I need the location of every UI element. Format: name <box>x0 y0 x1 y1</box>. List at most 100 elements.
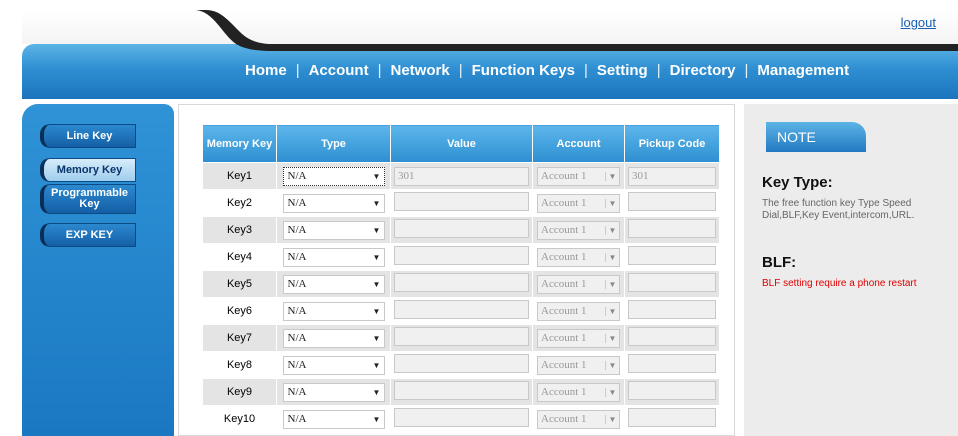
nav-account[interactable]: Account <box>309 62 369 79</box>
memory-key-label: Key4 <box>202 243 277 271</box>
table-row: Key7 N/A ▼ Account 1 ▼ <box>202 324 720 352</box>
pickup-code-input[interactable] <box>628 408 716 427</box>
pickup-code-input[interactable]: 301 <box>628 166 716 186</box>
sidebar-item-programmable-key[interactable]: Programmable Key <box>40 184 136 214</box>
memory-key-label: Key1 <box>202 162 277 190</box>
sidebar-item-memory-key[interactable]: Memory Key <box>40 158 136 182</box>
main-nav: Home | Account | Network | Function Keys… <box>245 62 849 79</box>
type-select[interactable]: N/A ▼ <box>282 355 385 375</box>
account-select[interactable]: Account 1 ▼ <box>537 328 620 348</box>
memory-key-label: Key9 <box>202 378 277 406</box>
value-input[interactable] <box>394 381 529 400</box>
header-account: Account <box>532 124 625 163</box>
sidebar-item-exp-key[interactable]: EXP KEY <box>40 223 136 247</box>
account-select[interactable]: Account 1 ▼ <box>537 355 620 375</box>
pickup-cell <box>624 270 720 298</box>
memory-key-label: Key6 <box>202 297 277 325</box>
table-row: Key5 N/A ▼ Account 1 ▼ <box>202 270 720 298</box>
note-blf-title: BLF: <box>762 254 797 271</box>
pickup-cell <box>624 324 720 352</box>
value-cell <box>390 378 533 406</box>
nav-setting[interactable]: Setting <box>597 62 648 79</box>
account-select-value: Account 1 <box>541 386 587 398</box>
pickup-code-input[interactable] <box>628 246 716 265</box>
nav-home[interactable]: Home <box>245 62 287 79</box>
pickup-cell <box>624 189 720 217</box>
value-input[interactable] <box>394 408 529 427</box>
value-input[interactable] <box>394 246 529 265</box>
header-pickup-code: Pickup Code <box>624 124 720 163</box>
chevron-down-icon: ▼ <box>605 198 619 208</box>
logout-link[interactable]: logout <box>901 15 936 30</box>
sidebar-item-line-key[interactable]: Line Key <box>40 124 136 148</box>
table-row: Key4 N/A ▼ Account 1 ▼ <box>202 243 720 271</box>
type-select[interactable]: N/A ▼ <box>282 166 385 186</box>
account-select[interactable]: Account 1 ▼ <box>537 382 620 402</box>
account-select[interactable]: Account 1 ▼ <box>537 193 620 213</box>
pickup-code-input[interactable] <box>628 300 716 319</box>
value-input[interactable]: 301 <box>394 166 529 186</box>
value-input[interactable] <box>394 219 529 238</box>
type-select[interactable]: N/A ▼ <box>282 247 385 267</box>
value-cell <box>390 324 533 352</box>
account-select[interactable]: Account 1 ▼ <box>537 274 620 294</box>
nav-separator: | <box>377 62 382 79</box>
value-input[interactable] <box>394 354 529 373</box>
account-cell: Account 1 ▼ <box>532 297 625 325</box>
account-select[interactable]: Account 1 ▼ <box>537 247 620 267</box>
header-type: Type <box>276 124 391 163</box>
value-input[interactable] <box>394 273 529 292</box>
account-cell: Account 1 ▼ <box>532 324 625 352</box>
type-cell: N/A ▼ <box>276 189 391 217</box>
account-select-value: Account 1 <box>541 224 587 236</box>
memory-key-label: Key2 <box>202 189 277 217</box>
type-select-value: N/A <box>287 305 307 317</box>
nav-management[interactable]: Management <box>757 62 849 79</box>
account-select[interactable]: Account 1 ▼ <box>537 301 620 321</box>
type-select[interactable]: N/A ▼ <box>282 301 385 321</box>
value-cell <box>390 297 533 325</box>
header-value: Value <box>390 124 533 163</box>
header-memory-key: Memory Key <box>202 124 277 163</box>
account-select-value: Account 1 <box>541 170 587 182</box>
account-cell: Account 1 ▼ <box>532 351 625 379</box>
account-select-value: Account 1 <box>541 305 587 317</box>
type-select[interactable]: N/A ▼ <box>282 409 385 429</box>
pickup-code-input[interactable] <box>628 327 716 346</box>
account-cell: Account 1 ▼ <box>532 162 625 190</box>
type-select[interactable]: N/A ▼ <box>282 382 385 402</box>
type-select-value: N/A <box>287 170 307 182</box>
pickup-cell <box>624 297 720 325</box>
type-cell: N/A ▼ <box>276 297 391 325</box>
value-cell: 301 <box>390 162 533 190</box>
type-select[interactable]: N/A ▼ <box>282 193 385 213</box>
chevron-down-icon: ▼ <box>605 360 619 370</box>
account-cell: Account 1 ▼ <box>532 216 625 244</box>
pickup-cell <box>624 351 720 379</box>
account-cell: Account 1 ▼ <box>532 243 625 271</box>
nav-function-keys[interactable]: Function Keys <box>472 62 575 79</box>
type-select[interactable]: N/A ▼ <box>282 220 385 240</box>
pickup-code-input[interactable] <box>628 381 716 400</box>
type-select[interactable]: N/A ▼ <box>282 274 385 294</box>
chevron-down-icon: ▼ <box>372 198 381 208</box>
table-row: Key1 N/A ▼ 301 Account 1 ▼ 301 <box>202 162 720 190</box>
type-select[interactable]: N/A ▼ <box>282 328 385 348</box>
type-select-value: N/A <box>287 386 307 398</box>
chevron-down-icon: ▼ <box>372 387 381 397</box>
pickup-code-input[interactable] <box>628 219 716 238</box>
account-cell: Account 1 ▼ <box>532 405 625 433</box>
nav-separator: | <box>744 62 749 79</box>
value-input[interactable] <box>394 327 529 346</box>
nav-directory[interactable]: Directory <box>670 62 736 79</box>
value-input[interactable] <box>394 192 529 211</box>
account-select[interactable]: Account 1 ▼ <box>537 409 620 429</box>
pickup-code-input[interactable] <box>628 192 716 211</box>
nav-network[interactable]: Network <box>391 62 450 79</box>
value-input[interactable] <box>394 300 529 319</box>
pickup-code-input[interactable] <box>628 273 716 292</box>
note-tab: NOTE <box>766 122 866 152</box>
account-select[interactable]: Account 1 ▼ <box>537 166 620 186</box>
account-select[interactable]: Account 1 ▼ <box>537 220 620 240</box>
pickup-code-input[interactable] <box>628 354 716 373</box>
